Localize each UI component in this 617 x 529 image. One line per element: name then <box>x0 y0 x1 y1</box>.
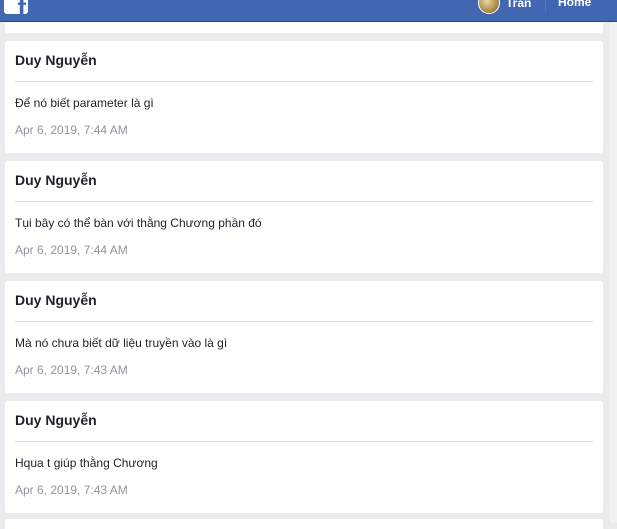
message-divider <box>15 321 593 322</box>
message-timestamp: Apr 6, 2019, 7:44 AM <box>15 123 128 137</box>
home-link[interactable]: Home <box>558 0 591 9</box>
previous-message-card <box>5 22 603 33</box>
message-card: Duy Nguyễn Tụi bây có thể bàn với thằng … <box>5 161 603 273</box>
avatar[interactable] <box>478 0 500 14</box>
facebook-logo-icon[interactable]: f <box>4 0 28 14</box>
top-navigation-bar: f Tran Home <box>0 0 617 22</box>
message-author[interactable]: Duy Nguyễn <box>15 52 97 68</box>
scrollbar-track[interactable] <box>610 22 617 523</box>
profile-name[interactable]: Tran <box>506 0 531 10</box>
message-card: Duy Nguyễn Để nó biết parameter là gì Ap… <box>5 41 603 153</box>
message-timestamp: Apr 6, 2019, 7:43 AM <box>15 483 128 497</box>
next-message-card <box>5 519 603 529</box>
nav-divider <box>545 0 546 12</box>
message-divider <box>15 441 593 442</box>
facebook-logo-letter: f <box>17 0 26 14</box>
message-card: Duy Nguyễn Hqua t giúp thằng Chương Apr … <box>5 401 603 513</box>
profile-link[interactable]: Tran <box>478 0 531 14</box>
message-text: Hqua t giúp thằng Chương <box>15 456 158 470</box>
message-author[interactable]: Duy Nguyễn <box>15 292 97 308</box>
message-text: Tụi bây có thể bàn với thằng Chương phần… <box>15 216 262 230</box>
message-timestamp: Apr 6, 2019, 7:44 AM <box>15 243 128 257</box>
message-timestamp: Apr 6, 2019, 7:43 AM <box>15 363 128 377</box>
message-divider <box>15 201 593 202</box>
message-author[interactable]: Duy Nguyễn <box>15 412 97 428</box>
message-author[interactable]: Duy Nguyễn <box>15 172 97 188</box>
message-card: Duy Nguyễn Mà nó chưa biết dữ liệu truyề… <box>5 281 603 393</box>
message-divider <box>15 81 593 82</box>
message-text: Để nó biết parameter là gì <box>15 96 154 110</box>
message-text: Mà nó chưa biết dữ liệu truyền vào là gì <box>15 336 228 350</box>
